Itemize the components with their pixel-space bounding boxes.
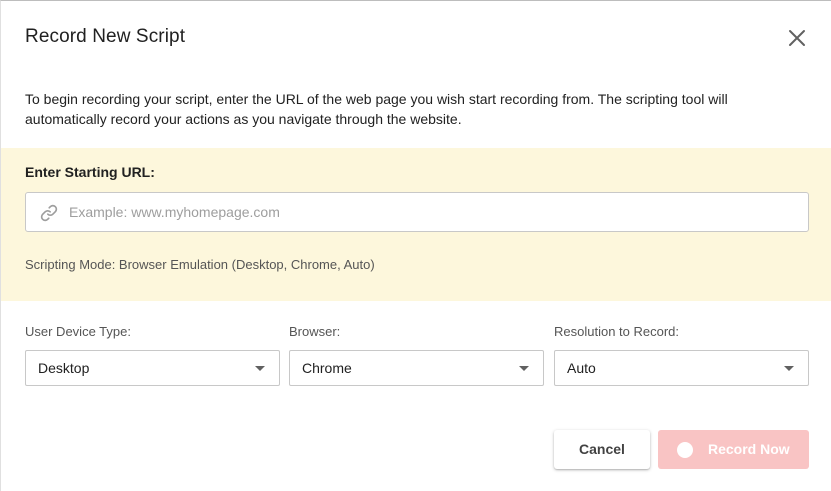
device-type-group: User Device Type: Desktop — [25, 324, 280, 386]
resolution-select[interactable]: Auto — [554, 350, 809, 386]
starting-url-panel: Enter Starting URL: Scripting Mode: Brow… — [1, 148, 831, 301]
caret-down-icon — [255, 366, 265, 371]
browser-select[interactable]: Chrome — [289, 350, 544, 386]
device-type-label: User Device Type: — [25, 324, 131, 339]
starting-url-field[interactable] — [25, 192, 809, 232]
resolution-group: Resolution to Record: Auto — [554, 324, 809, 386]
browser-group: Browser: Chrome — [289, 324, 544, 386]
cancel-button[interactable]: Cancel — [554, 430, 650, 469]
close-icon[interactable] — [785, 26, 809, 50]
record-new-script-dialog: Record New Script To begin recording you… — [0, 0, 831, 491]
resolution-label: Resolution to Record: — [554, 324, 680, 339]
record-dot-icon — [677, 442, 693, 458]
resolution-value: Auto — [567, 360, 596, 376]
starting-url-input[interactable] — [69, 193, 799, 231]
caret-down-icon — [519, 366, 529, 371]
starting-url-label: Enter Starting URL: — [25, 164, 155, 180]
device-type-value: Desktop — [38, 360, 90, 376]
record-now-button[interactable]: Record Now — [658, 430, 809, 469]
dialog-intro-text: To begin recording your script, enter th… — [25, 91, 728, 127]
record-now-label: Record Now — [708, 441, 790, 457]
browser-value: Chrome — [302, 360, 352, 376]
caret-down-icon — [784, 366, 794, 371]
scripting-mode-text: Scripting Mode: Browser Emulation (Deskt… — [25, 257, 375, 272]
dialog-title: Record New Script — [25, 26, 186, 47]
browser-label: Browser: — [289, 324, 341, 339]
device-type-select[interactable]: Desktop — [25, 350, 280, 386]
link-icon — [39, 203, 59, 223]
